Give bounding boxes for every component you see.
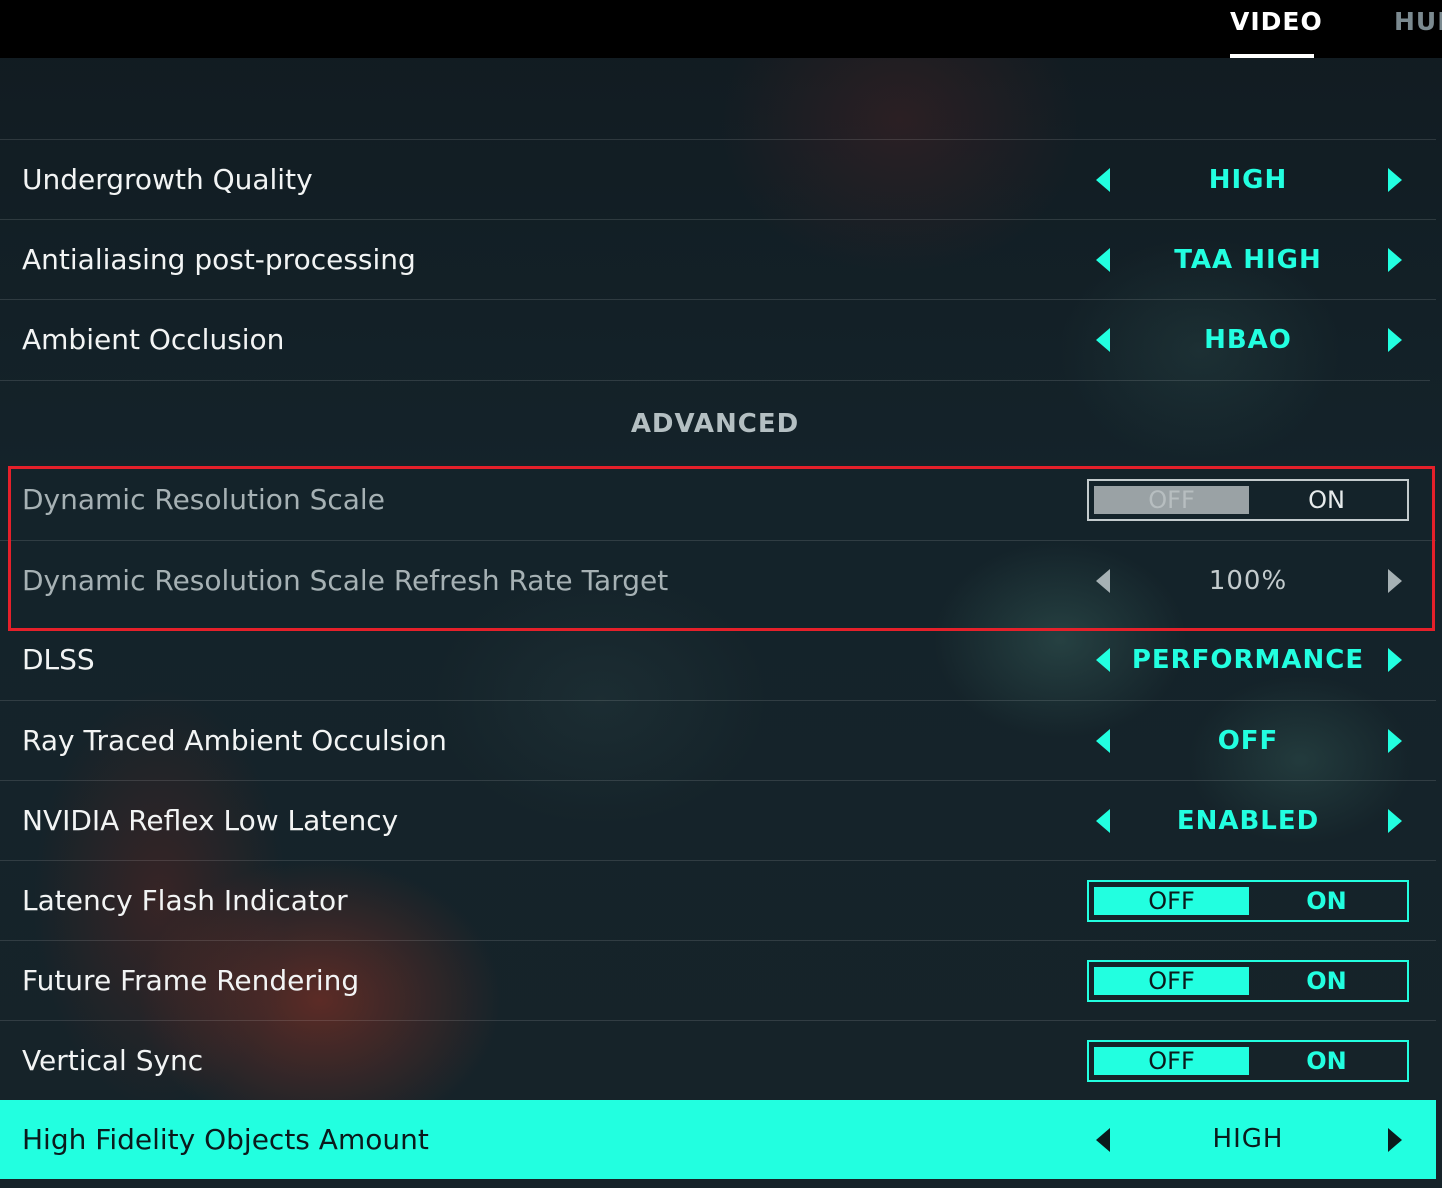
setting-value: HIGH xyxy=(1208,165,1288,195)
setting-label: Dynamic Resolution Scale xyxy=(22,483,385,516)
setting-row-high-fidelity-objects[interactable]: High Fidelity Objects Amount HIGH xyxy=(0,1100,1436,1179)
toggle-off-option[interactable]: OFF xyxy=(1094,1047,1249,1075)
arrow-left-icon[interactable] xyxy=(1096,809,1110,833)
setting-value: TAA HIGH xyxy=(1174,245,1322,275)
setting-row-ambient-occlusion[interactable]: Ambient Occlusion HBAO xyxy=(0,299,1436,379)
toggle-off-option[interactable]: OFF xyxy=(1094,967,1249,995)
setting-label: High Fidelity Objects Amount xyxy=(22,1123,429,1156)
setting-label: Undergrowth Quality xyxy=(22,163,313,196)
toggle-switch[interactable]: OFF ON xyxy=(1087,880,1409,922)
setting-label: Antialiasing post-processing xyxy=(22,243,416,276)
setting-value: OFF xyxy=(1217,726,1279,756)
setting-row-dlss[interactable]: DLSS PERFORMANCE xyxy=(0,620,1436,700)
arrow-right-icon[interactable] xyxy=(1388,328,1402,352)
arrow-left-icon[interactable] xyxy=(1096,328,1110,352)
arrow-right-icon[interactable] xyxy=(1388,248,1402,272)
setting-label: Ray Traced Ambient Occulsion xyxy=(22,724,447,757)
toggle-off-option[interactable]: OFF xyxy=(1094,486,1249,514)
section-title-advanced: ADVANCED xyxy=(0,380,1430,468)
setting-row-dynamic-resolution-refresh-target[interactable]: Dynamic Resolution Scale Refresh Rate Ta… xyxy=(0,540,1436,620)
setting-value: HIGH xyxy=(1212,1124,1284,1154)
toggle-on-option[interactable]: ON xyxy=(1249,967,1404,995)
setting-row-undergrowth-quality[interactable]: Undergrowth Quality HIGH xyxy=(0,139,1436,219)
setting-row-latency-flash-indicator[interactable]: Latency Flash Indicator OFF ON xyxy=(0,860,1436,940)
arrow-right-icon[interactable] xyxy=(1388,1128,1402,1152)
setting-value: PERFORMANCE xyxy=(1131,645,1365,675)
setting-label: DLSS xyxy=(22,643,95,676)
setting-value: ENABLED xyxy=(1176,806,1320,836)
arrow-right-icon[interactable] xyxy=(1388,809,1402,833)
setting-label: Latency Flash Indicator xyxy=(22,884,348,917)
arrow-right-icon[interactable] xyxy=(1388,648,1402,672)
tab-hud[interactable]: HUD xyxy=(1394,6,1442,38)
setting-row-future-frame-rendering[interactable]: Future Frame Rendering OFF ON xyxy=(0,940,1436,1020)
setting-label: Vertical Sync xyxy=(22,1044,204,1077)
arrow-left-icon[interactable] xyxy=(1096,729,1110,753)
tab-video-underline xyxy=(1230,54,1314,58)
arrow-left-icon[interactable] xyxy=(1096,248,1110,272)
arrow-right-icon[interactable] xyxy=(1388,569,1402,593)
arrow-left-icon[interactable] xyxy=(1096,168,1110,192)
toggle-on-option[interactable]: ON xyxy=(1249,1047,1404,1075)
toggle-on-option[interactable]: ON xyxy=(1249,486,1404,514)
setting-row-antialiasing[interactable]: Antialiasing post-processing TAA HIGH xyxy=(0,219,1436,299)
toggle-switch[interactable]: OFF ON xyxy=(1087,479,1409,521)
arrow-left-icon[interactable] xyxy=(1096,648,1110,672)
top-tab-bar: VIDEO HUD xyxy=(0,0,1442,58)
setting-value: HBAO xyxy=(1204,325,1292,355)
toggle-on-option[interactable]: ON xyxy=(1249,887,1404,915)
setting-label: Future Frame Rendering xyxy=(22,964,360,997)
arrow-right-icon[interactable] xyxy=(1388,168,1402,192)
setting-row-dynamic-resolution-scale[interactable]: Dynamic Resolution Scale OFF ON xyxy=(0,460,1436,540)
toggle-off-option[interactable]: OFF xyxy=(1094,887,1249,915)
toggle-switch[interactable]: OFF ON xyxy=(1087,960,1409,1002)
arrow-left-icon[interactable] xyxy=(1096,569,1110,593)
setting-label: Dynamic Resolution Scale Refresh Rate Ta… xyxy=(22,564,669,597)
setting-label: Ambient Occlusion xyxy=(22,323,285,356)
setting-label: NVIDIA Reflex Low Latency xyxy=(22,804,399,837)
tab-video[interactable]: VIDEO xyxy=(1230,6,1323,38)
setting-value: 100% xyxy=(1208,566,1288,596)
toggle-switch[interactable]: OFF ON xyxy=(1087,1040,1409,1082)
setting-row-nvidia-reflex[interactable]: NVIDIA Reflex Low Latency ENABLED xyxy=(0,780,1436,860)
setting-row-vertical-sync[interactable]: Vertical Sync OFF ON xyxy=(0,1020,1436,1100)
setting-row-ray-traced-ao[interactable]: Ray Traced Ambient Occulsion OFF xyxy=(0,700,1436,780)
arrow-left-icon[interactable] xyxy=(1096,1128,1110,1152)
settings-screen: VIDEO HUD Undergrowth Quality HIGH Antia… xyxy=(0,0,1442,1188)
arrow-right-icon[interactable] xyxy=(1388,729,1402,753)
